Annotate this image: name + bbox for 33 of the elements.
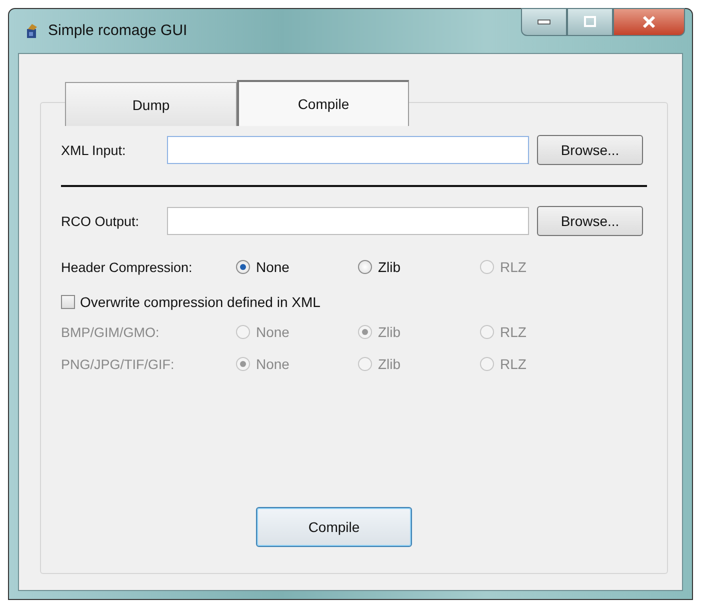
- close-button[interactable]: [613, 8, 685, 36]
- radio-label: RLZ: [500, 259, 526, 275]
- maximize-button[interactable]: [567, 8, 613, 36]
- radio-label: RLZ: [500, 324, 526, 340]
- path-field[interactable]: [167, 207, 529, 235]
- option-label: PNG/JPG/TIF/GIF:: [61, 356, 176, 372]
- option-label: Header Compression:: [61, 260, 194, 274]
- radio-label: Zlib: [378, 259, 401, 275]
- minimize-button[interactable]: [521, 8, 567, 36]
- field-label: RCO Output:: [61, 214, 140, 228]
- tab[interactable]: Dump: [65, 82, 237, 126]
- field-label: XML Input:: [61, 142, 127, 158]
- app-icon: [24, 23, 40, 39]
- checkbox[interactable]: [61, 295, 75, 309]
- tab[interactable]: Compile: [237, 80, 409, 126]
- window-title: Simple rcomage GUI: [48, 22, 188, 39]
- close-icon: [641, 15, 657, 29]
- radio-label: Zlib: [378, 324, 401, 340]
- radio-label: None: [256, 324, 290, 340]
- radio-label: RLZ: [500, 356, 526, 372]
- radio-label: None: [256, 259, 290, 275]
- path-field[interactable]: [167, 136, 529, 164]
- checkbox-label: Overwrite compression defined in XML: [80, 294, 320, 310]
- compile-button[interactable]: Compile: [256, 507, 412, 547]
- option-label: BMP/GIM/GMO:: [61, 324, 160, 340]
- radio-label: None: [256, 356, 290, 372]
- maximize-icon: [583, 16, 597, 28]
- browse-button[interactable]: Browse...: [537, 206, 643, 236]
- radio-label: Zlib: [378, 356, 401, 372]
- radio-button[interactable]: [236, 260, 250, 274]
- radio-button[interactable]: [358, 260, 372, 274]
- minimize-icon: [537, 19, 551, 25]
- browse-button[interactable]: Browse...: [537, 135, 643, 165]
